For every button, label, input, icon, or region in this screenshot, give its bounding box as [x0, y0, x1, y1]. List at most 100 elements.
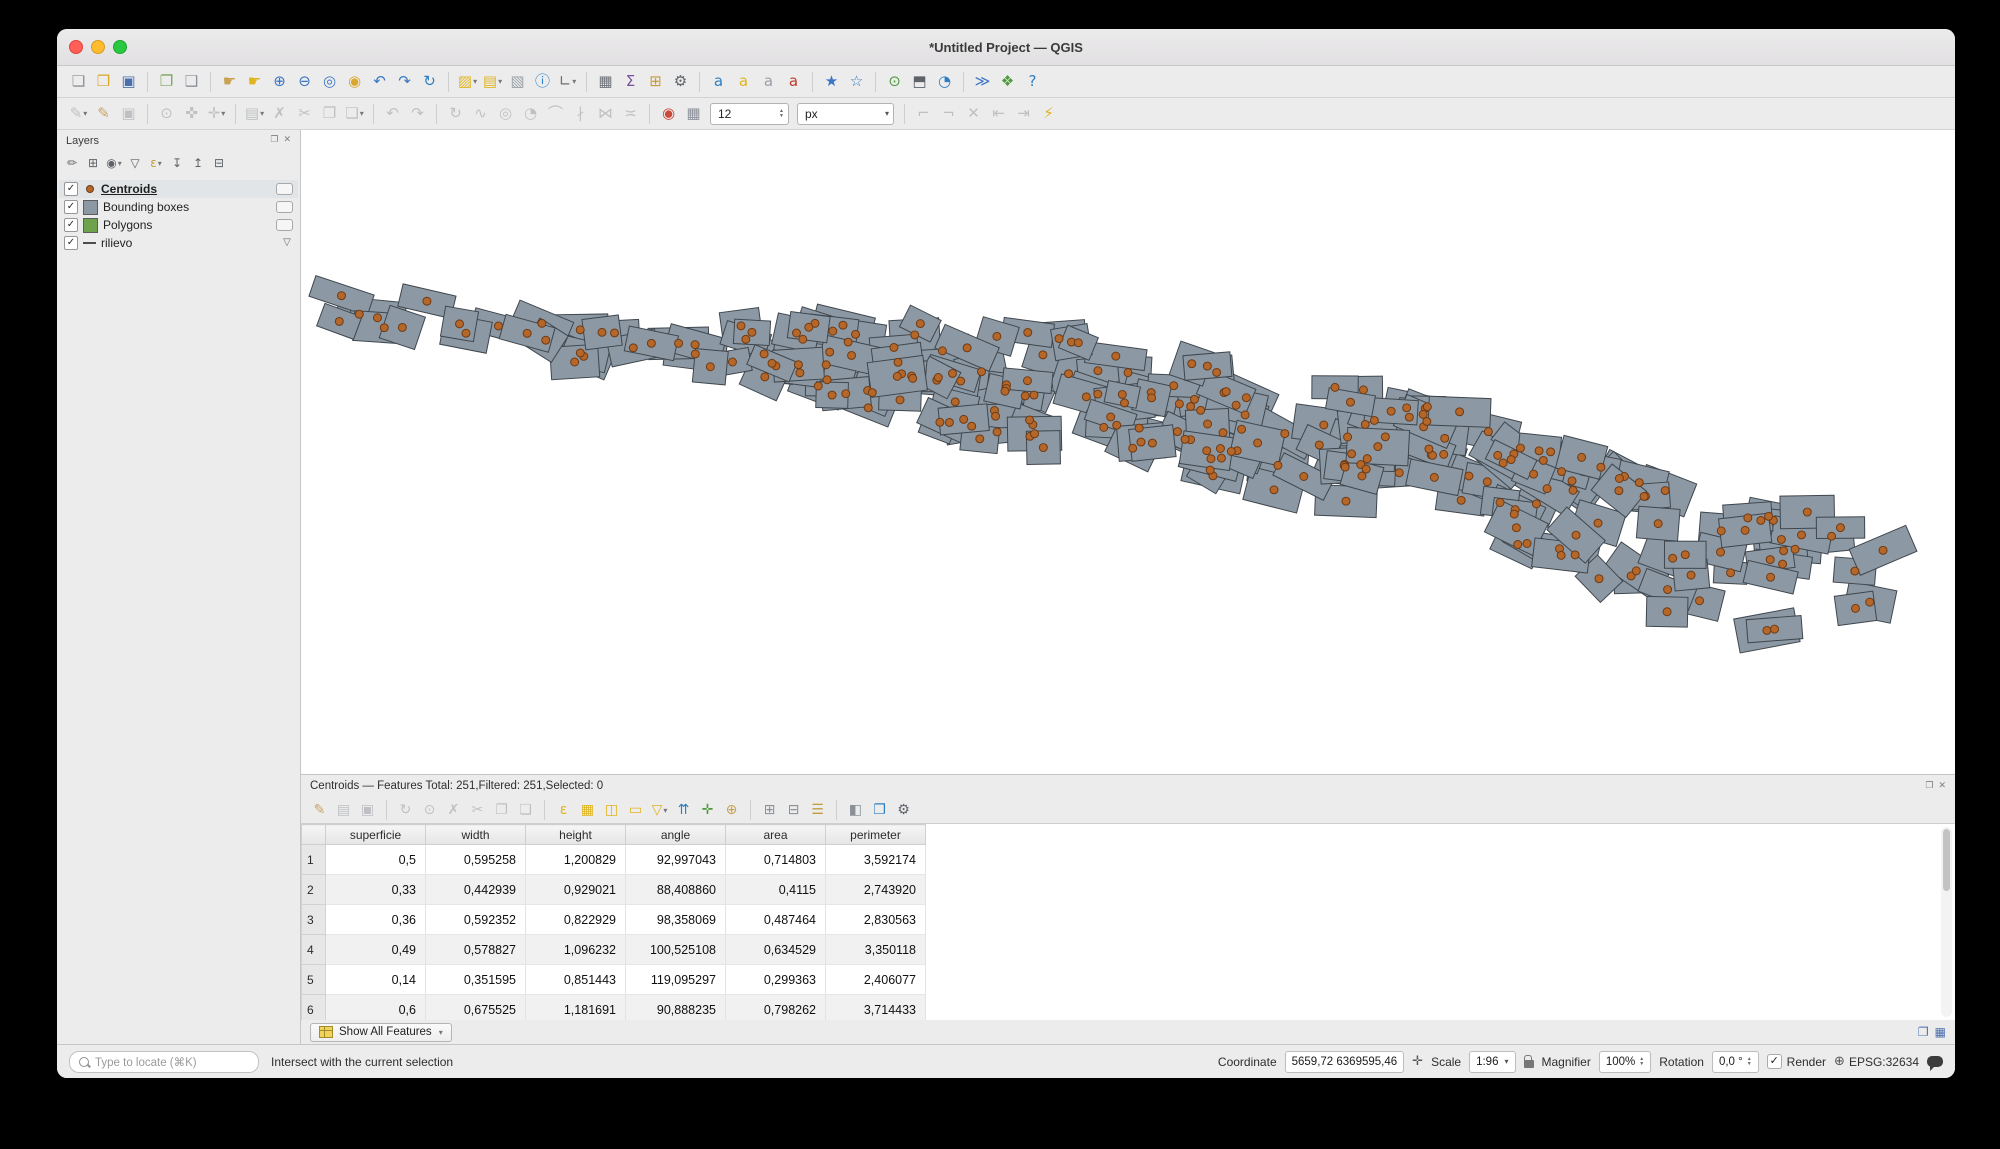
close-panel-icon[interactable]: ✕ — [1938, 781, 1946, 791]
table-cell[interactable]: 88,408860 — [625, 874, 726, 905]
add-group-icon[interactable]: ⊞ — [84, 153, 102, 173]
table-cell[interactable]: 100,525108 — [625, 934, 726, 965]
rotate-feature-icon[interactable]: ↻ — [444, 102, 467, 126]
rotation-spinbox[interactable]: 0,0 ° ▲ ▼ — [1711, 1050, 1759, 1073]
table-cell[interactable]: 0,822929 — [525, 904, 626, 935]
paste-row-icon[interactable]: ❏ — [515, 799, 536, 821]
table-cell[interactable]: 0,5 — [325, 844, 426, 875]
toggle-editing-icon[interactable]: ✎ — [309, 799, 330, 821]
reshape-features-icon[interactable]: ⌒ — [544, 102, 567, 126]
table-cell[interactable]: 0,33 — [325, 874, 426, 905]
new-print-layout-icon[interactable]: ❐ — [155, 70, 178, 94]
table-cell[interactable]: 3,350118 — [825, 934, 926, 965]
table-cell[interactable]: 119,095297 — [625, 964, 726, 995]
table-cell[interactable]: 3,714433 — [825, 994, 926, 1020]
table-cell[interactable]: 0,487464 — [725, 904, 826, 935]
refresh-map-icon[interactable]: ↻ — [418, 70, 441, 94]
table-row[interactable]: 1 0,5 0,595258 1,200829 92,997043 0,714803 3,5… — [301, 844, 926, 875]
snapping-tolerance-spinbox[interactable]: 12 ▲ ▼ — [710, 102, 789, 125]
filter-by-expression-icon[interactable]: ε ▾ — [147, 153, 165, 173]
layer-item-rilievo[interactable]: ✓ rilievo ▽ — [59, 234, 298, 252]
paste-features-icon[interactable]: ❏ ▾ — [343, 102, 366, 126]
split-features-icon[interactable]: ∤ — [569, 102, 592, 126]
zoom-last-icon[interactable]: ↶ — [368, 70, 391, 94]
plugin-manager-icon[interactable]: ❖ — [996, 70, 1019, 94]
table-row[interactable]: 4 0,49 0,578827 1,096232 100,525108 0,634529 3… — [301, 934, 926, 965]
column-header-height[interactable]: height — [525, 824, 626, 845]
zoom-in-icon[interactable]: ⊕ — [268, 70, 291, 94]
organize-columns-icon[interactable]: ▦ — [1935, 1025, 1946, 1039]
table-scrollbar[interactable] — [1941, 827, 1952, 1017]
column-header-area[interactable]: area — [725, 824, 826, 845]
layer-diagrams-icon[interactable]: a — [732, 70, 755, 94]
snapping-grid-icon[interactable]: ▦ — [682, 102, 705, 126]
table-cell[interactable]: 98,358069 — [625, 904, 726, 935]
filter-badge-icon[interactable]: ▽ — [281, 237, 293, 249]
deselect-features-icon[interactable]: ▧ — [506, 70, 529, 94]
new-field-icon[interactable]: ⊞ — [759, 799, 780, 821]
select-by-expression-icon[interactable]: ε — [553, 799, 574, 821]
statistical-summary-icon[interactable]: Σ — [619, 70, 642, 94]
save-layer-edits-icon[interactable]: ▣ — [117, 102, 140, 126]
table-cell[interactable]: 0,714803 — [725, 844, 826, 875]
stepper-icon[interactable]: ▲ ▼ — [1639, 1056, 1644, 1067]
snapping-on-intersection-icon[interactable]: ¬ — [937, 102, 960, 126]
show-layout-manager-icon[interactable]: ❑ — [180, 70, 203, 94]
row-number[interactable]: 4 — [301, 934, 326, 965]
toggle-editing-icon[interactable]: ✎ — [92, 102, 115, 126]
add-point-feature-icon[interactable]: ⊙ — [155, 102, 178, 126]
reload-table-icon[interactable]: ↻ — [395, 799, 416, 821]
enable-tracing-icon[interactable]: ⚡ — [1037, 102, 1060, 126]
layer-item-centroids[interactable]: ✓ Centroids — [59, 180, 298, 198]
layer-item-bounding-boxes[interactable]: ✓ Bounding boxes — [59, 198, 298, 216]
processing-toolbox-icon[interactable]: ⚙ — [669, 70, 692, 94]
row-number[interactable]: 5 — [301, 964, 326, 995]
layer-visibility-checkbox[interactable]: ✓ — [64, 218, 78, 232]
invert-selection-icon[interactable]: ◫ — [601, 799, 622, 821]
row-number[interactable]: 2 — [301, 874, 326, 905]
float-panel-icon[interactable]: ❐ — [1925, 781, 1933, 791]
float-panel-icon[interactable]: ❐ — [270, 136, 278, 145]
magnifier-spinbox[interactable]: 100% ▲ ▼ — [1598, 1050, 1652, 1073]
row-number[interactable]: 1 — [301, 844, 326, 875]
filter-select-icon[interactable]: ▽ ▾ — [649, 799, 670, 821]
help-icon[interactable]: ? — [1021, 70, 1044, 94]
column-header-angle[interactable]: angle — [625, 824, 726, 845]
coordinate-input[interactable]: 5659,72 6369595,46 — [1284, 1050, 1405, 1073]
cut-features-icon[interactable]: ✂ — [293, 102, 316, 126]
extents-toggle-icon[interactable]: ✛ — [1412, 1054, 1423, 1069]
simplify-feature-icon[interactable]: ∿ — [469, 102, 492, 126]
table-cell[interactable]: 1,200829 — [525, 844, 626, 875]
measure-icon[interactable]: ∟ ▾ — [556, 70, 579, 94]
delete-selected-icon[interactable]: ✗ — [268, 102, 291, 126]
add-ring-icon[interactable]: ◎ — [494, 102, 517, 126]
column-header-width[interactable]: width — [425, 824, 526, 845]
dock-table-icon[interactable]: ❐ — [1918, 1025, 1929, 1039]
locate-search-input[interactable]: Type to locate (⌘K) — [69, 1050, 259, 1073]
table-cell[interactable]: 0,578827 — [425, 934, 526, 965]
table-cell[interactable]: 1,096232 — [525, 934, 626, 965]
table-cell[interactable]: 2,830563 — [825, 904, 926, 935]
conditional-formatting-icon[interactable]: ◧ — [845, 799, 866, 821]
pan-map-icon[interactable]: ☛ — [218, 70, 241, 94]
identify-features-icon[interactable]: ⓘ — [531, 70, 554, 94]
merge-features-icon[interactable]: ⋈ — [594, 102, 617, 126]
redo-icon[interactable]: ↷ — [406, 102, 429, 126]
copy-row-icon[interactable]: ❐ — [491, 799, 512, 821]
field-calculator-icon[interactable]: ⊞ — [644, 70, 667, 94]
move-selection-top-icon[interactable]: ⇈ — [673, 799, 694, 821]
avoid-overlap-icon[interactable]: ✕ — [962, 102, 985, 126]
table-cell[interactable]: 0,299363 — [725, 964, 826, 995]
manage-map-themes-icon[interactable]: ◉ ▾ — [105, 153, 123, 173]
scale-combobox[interactable]: 1:96 ▾ — [1469, 1050, 1516, 1073]
zoom-to-selection-icon[interactable]: ⊕ — [721, 799, 742, 821]
expand-all-icon[interactable]: ↧ — [168, 153, 186, 173]
table-row[interactable]: 6 0,6 0,675525 1,181691 90,888235 0,798262 3,7… — [301, 994, 926, 1020]
snapping-units-combobox[interactable]: px ▾ — [797, 102, 894, 125]
current-edits-icon[interactable]: ✎ ▾ — [67, 102, 90, 126]
table-row[interactable]: 5 0,14 0,351595 0,851443 119,095297 0,299363 2… — [301, 964, 926, 995]
open-layer-styling-icon[interactable]: ✏ — [63, 153, 81, 173]
open-attribute-table-icon[interactable]: ▦ — [594, 70, 617, 94]
table-cell[interactable]: 3,592174 — [825, 844, 926, 875]
undo-icon[interactable]: ↶ — [381, 102, 404, 126]
